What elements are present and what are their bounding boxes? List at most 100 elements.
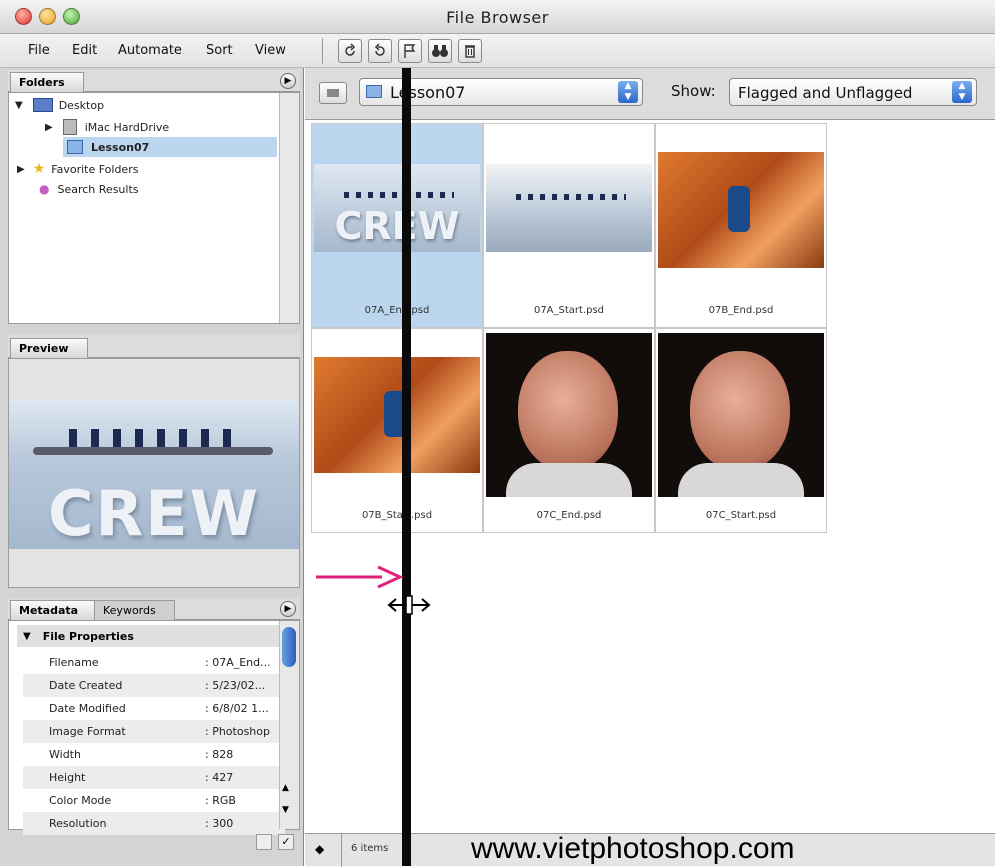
item-count: 6 items: [351, 843, 389, 854]
metadata-scrollbar[interactable]: ▲ ▼: [279, 621, 299, 829]
resize-cursor-icon: [387, 595, 431, 615]
menu-toolbar-row: File Edit Automate Sort View: [0, 34, 995, 68]
thumbnail-image: CREW: [314, 164, 480, 252]
menu-view[interactable]: View: [255, 43, 286, 58]
thumbnail-item[interactable]: 07B_End.psd: [655, 123, 827, 328]
metadata-value: : 427: [205, 771, 234, 784]
folder-icon: [366, 85, 382, 98]
menu-sort[interactable]: Sort: [206, 43, 233, 58]
rotate-cw-icon: [374, 43, 385, 56]
thumbnail-image: [658, 152, 824, 268]
thumbnail-image: [314, 357, 480, 473]
metadata-value: : Photoshop: [205, 725, 270, 738]
title-bar: File Browser: [0, 0, 995, 34]
scroll-down-icon[interactable]: ▼: [282, 805, 289, 815]
thumbnail-item[interactable]: 07C_End.psd: [483, 328, 655, 533]
metadata-value: : RGB: [205, 794, 236, 807]
tree-label: Lesson07: [91, 140, 150, 154]
metadata-menu-button[interactable]: ▶: [280, 601, 296, 617]
metadata-row: Resolution : 300: [23, 812, 285, 835]
metadata-label: Height: [49, 771, 86, 784]
show-label: Show:: [671, 82, 716, 100]
tab-preview[interactable]: Preview: [10, 338, 88, 358]
metadata-label: Color Mode: [49, 794, 112, 807]
no-icon[interactable]: [256, 834, 272, 850]
metadata-row: Date Modified : 6/8/02 1...: [23, 697, 285, 720]
tree-label: Desktop: [58, 98, 105, 112]
menu-edit[interactable]: Edit: [72, 43, 97, 58]
preview-image: CREW: [9, 399, 299, 549]
star-icon: ★: [32, 161, 46, 177]
metadata-label: Width: [49, 748, 81, 761]
delete-button[interactable]: [458, 39, 482, 63]
thumbnail-caption: 07A_Start.psd: [533, 305, 605, 316]
pane-divider-handle[interactable]: [402, 68, 411, 866]
checkmark-icon[interactable]: ✓: [278, 834, 294, 850]
preview-tabstrip: Preview: [8, 334, 300, 358]
metadata-row: Image Format : Photoshop: [23, 720, 285, 743]
tree-label: iMac HardDrive: [84, 120, 170, 134]
metadata-value: : 6/8/02 1...: [205, 702, 269, 715]
metadata-value: : 300: [205, 817, 234, 830]
tab-folders[interactable]: Folders: [10, 72, 84, 92]
tree-item-lesson07[interactable]: Lesson07: [63, 137, 277, 157]
scroll-up-icon[interactable]: ▲: [282, 783, 289, 793]
menu-file[interactable]: File: [28, 43, 50, 58]
thumbnail-caption: 07B_End.psd: [708, 305, 774, 316]
thumbnail-item[interactable]: CREW 07A_End.psd: [311, 123, 483, 328]
thumbnail-item[interactable]: 07C_Start.psd: [655, 328, 827, 533]
rotate-ccw-button[interactable]: [338, 39, 362, 63]
thumbnail-item[interactable]: 07B_Start.psd: [311, 328, 483, 533]
thumbnail-item[interactable]: 07A_Start.psd: [483, 123, 655, 328]
tree-item-search-results[interactable]: ● Search Results: [39, 179, 275, 199]
disclosure-open-icon[interactable]: ▼: [23, 631, 31, 642]
metadata-label: Date Modified: [49, 702, 126, 715]
show-select[interactable]: Flagged and Unflagged ▲ ▼: [729, 78, 977, 106]
menu-automate[interactable]: Automate: [118, 43, 182, 58]
file-properties-header[interactable]: ▼ File Properties: [17, 625, 279, 647]
hard-drive-icon: [62, 119, 77, 135]
metadata-pane: ▼ File Properties Filename: 07A_End... Da…: [8, 620, 300, 835]
thumbnail-image: [486, 164, 652, 252]
folders-menu-button[interactable]: ▶: [280, 73, 296, 89]
tree-label: Favorite Folders: [51, 162, 139, 176]
search-button[interactable]: [428, 39, 452, 63]
status-divider: [341, 834, 342, 867]
thumbnail-caption: 07B_Start.psd: [361, 510, 433, 521]
metadata-row: Height : 427: [23, 766, 285, 789]
view-toggle-icon[interactable]: ◆: [315, 842, 324, 856]
disclosure-open-icon[interactable]: ▼: [15, 100, 23, 111]
folder-up-icon: [327, 89, 339, 97]
metadata-tabstrip: Metadata Keywords ▶: [8, 598, 300, 620]
window-title: File Browser: [446, 8, 549, 27]
folders-scrollbar[interactable]: [279, 93, 299, 323]
flag-button[interactable]: [398, 39, 422, 63]
desktop-icon: [32, 98, 53, 112]
select-arrows-icon: ▲ ▼: [618, 81, 638, 103]
tree-item-imac[interactable]: ▶ iMac HardDrive: [45, 117, 275, 137]
metadata-row: Filename: 07A_End...: [23, 651, 285, 674]
watermark-text: www.vietphotoshop.com: [471, 832, 795, 865]
thumbnail-image: [658, 333, 824, 497]
folders-tree: ▼ Desktop ▶ iMac HardDrive Lesson07 ▶ ★ …: [8, 92, 300, 324]
tree-label: Search Results: [57, 182, 139, 196]
binoculars-icon: [432, 45, 448, 57]
disclosure-closed-icon[interactable]: ▶: [17, 164, 25, 175]
disclosure-closed-icon[interactable]: ▶: [45, 122, 53, 133]
search-results-icon: ●: [39, 182, 50, 196]
metadata-label: Date Created: [49, 679, 123, 692]
tree-item-favorites[interactable]: ▶ ★ Favorite Folders: [17, 159, 275, 179]
tab-keywords[interactable]: Keywords: [94, 600, 175, 620]
metadata-label: Image Format: [49, 725, 126, 738]
metadata-label: Filename: [49, 656, 99, 669]
metadata-value: : 828: [205, 748, 234, 761]
metadata-label: Resolution: [49, 817, 107, 830]
select-arrows-icon: ▲ ▼: [952, 81, 972, 103]
tab-metadata[interactable]: Metadata: [10, 600, 98, 620]
flag-icon: [404, 44, 416, 58]
scrollbar-thumb[interactable]: [282, 627, 296, 667]
rotate-cw-button[interactable]: [368, 39, 392, 63]
up-folder-button[interactable]: [319, 82, 347, 104]
metadata-value: : 5/23/02...: [205, 679, 266, 692]
tree-item-desktop[interactable]: ▼ Desktop: [15, 95, 275, 115]
